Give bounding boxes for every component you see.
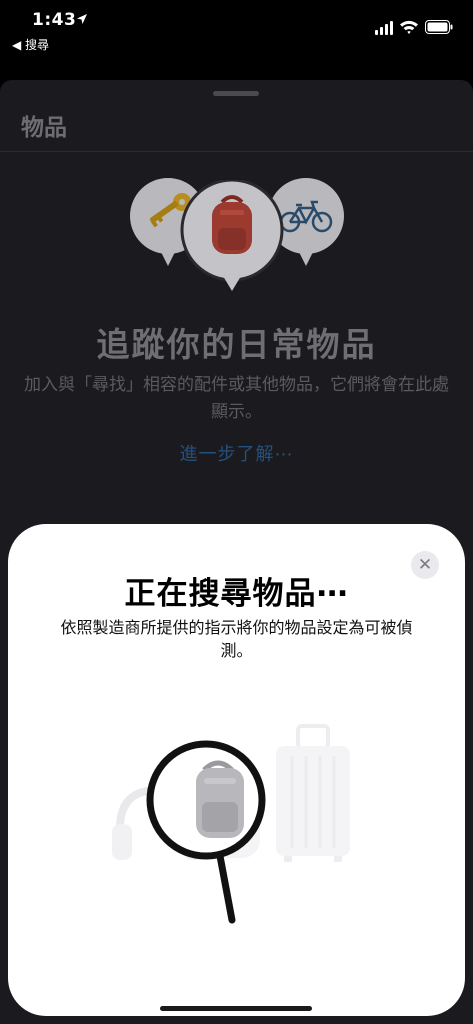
sheet-grabber[interactable] (213, 91, 259, 96)
battery-icon (425, 20, 453, 34)
status-time: 1:43 (32, 10, 77, 30)
magnifying-glass-icon (146, 740, 266, 924)
modal-description: 依照製造商所提供的指示將你的物品設定為可被偵測。 (60, 618, 413, 660)
learn-more-link[interactable]: 進一步了解⋯ (0, 440, 473, 466)
back-to-search-link[interactable]: ◀ 搜尋 (12, 36, 49, 53)
location-arrow-icon (77, 14, 87, 24)
suitcase-icon (276, 724, 350, 862)
home-indicator (160, 1006, 312, 1011)
status-bar: 1:43 ◀ 搜尋 (0, 0, 473, 56)
divider (0, 151, 473, 152)
wifi-icon (400, 20, 418, 34)
searching-modal: ✕ 正在搜尋物品⋯ 依照製造商所提供的指示將你的物品設定為可被偵測。 (8, 524, 465, 1016)
modal-title: 正在搜尋物品⋯ (124, 576, 349, 612)
backpack-pin-icon (180, 180, 284, 291)
searching-illustration (112, 724, 350, 924)
cellular-signal-icon (375, 21, 393, 35)
empty-state-title: 追蹤你的日常物品 (96, 325, 377, 364)
sheet-title: 物品 (21, 115, 67, 141)
empty-state-description: 加入與「尋找」相容的配件或其他物品，它們將會在此處顯示。 (24, 375, 449, 422)
